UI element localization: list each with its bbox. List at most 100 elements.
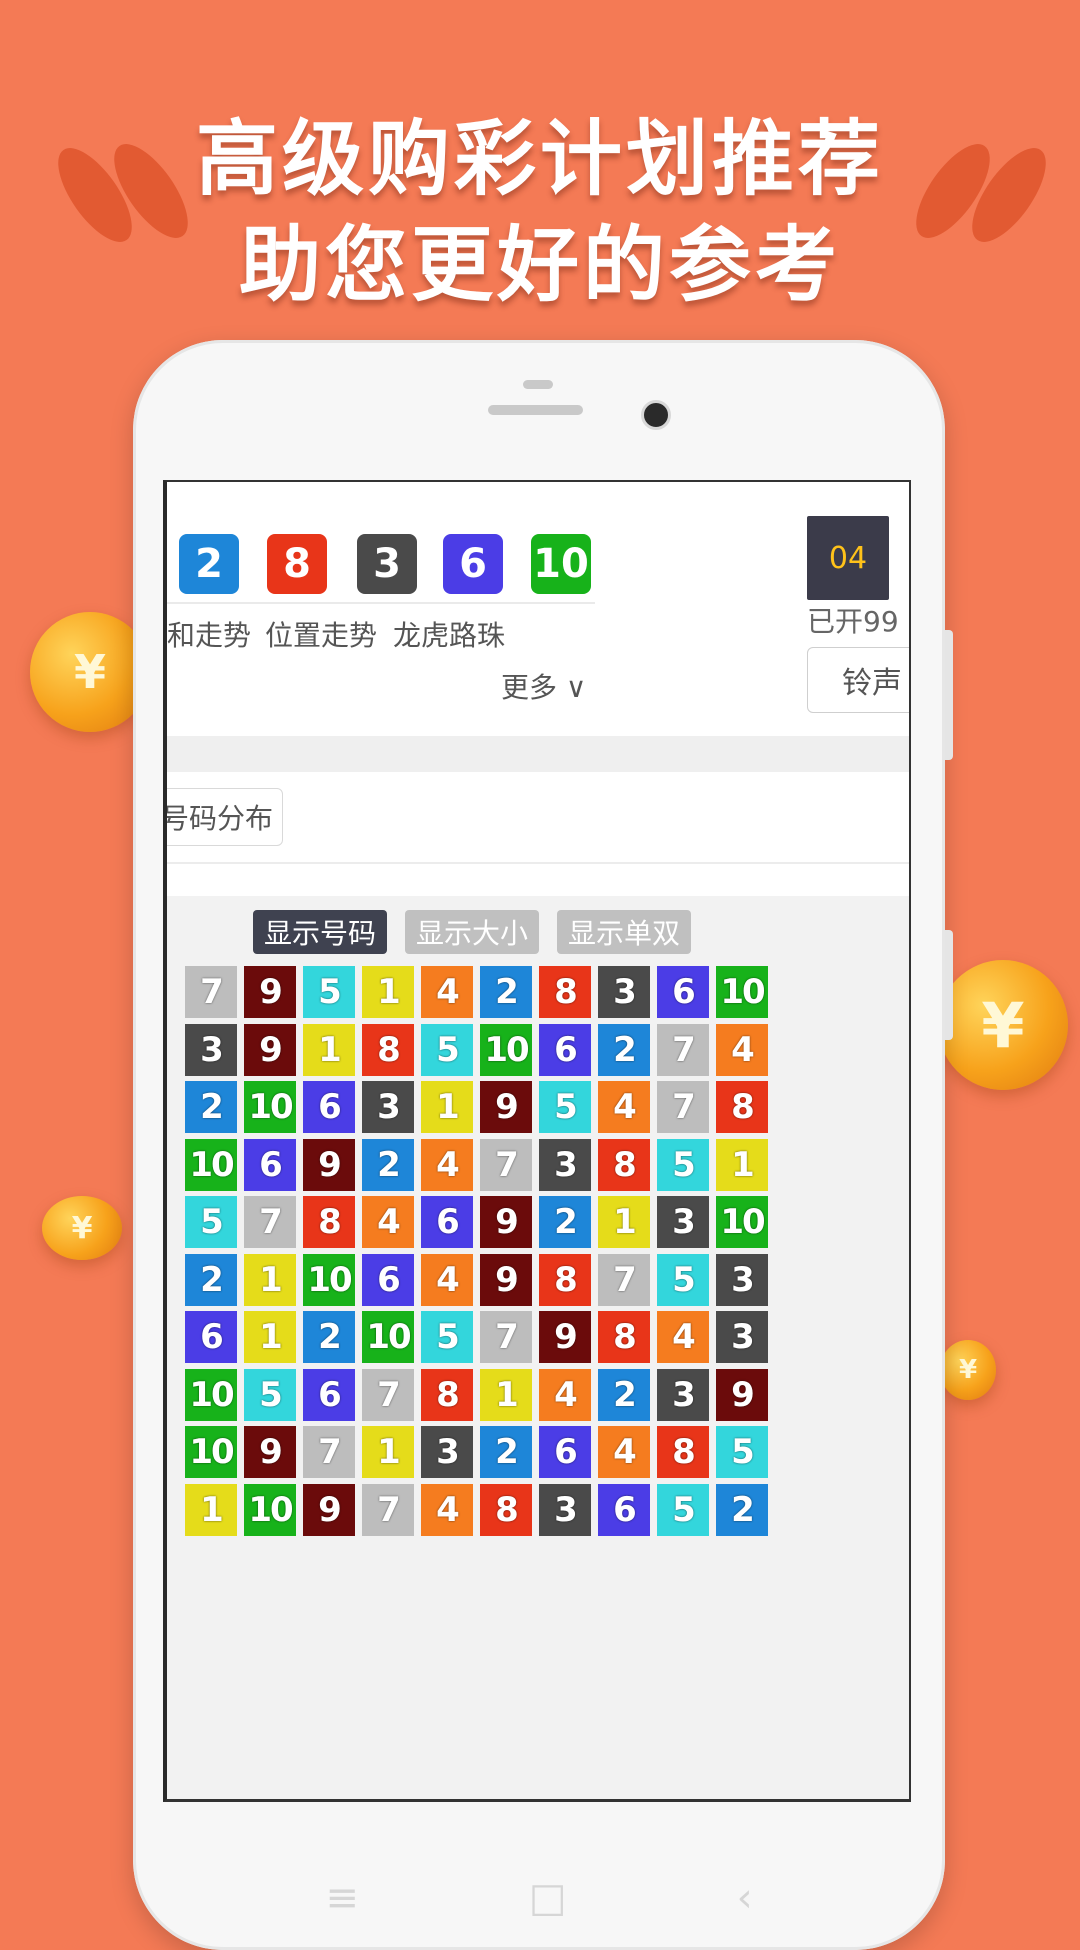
history-number-cell: 3 [362,1081,414,1133]
phone-sensor [523,380,553,389]
latest-draw-ball: 6 [443,534,503,594]
history-number-cell: 6 [421,1196,473,1248]
link-sum-trend[interactable]: 和走势 [167,614,251,654]
history-number-cell: 9 [303,1138,355,1191]
history-number-cell: 6 [539,1023,591,1076]
history-number-cell: 3 [539,1138,591,1191]
history-number-cell: 6 [598,1483,650,1536]
history-number-cell: 2 [480,966,532,1018]
history-number-cell: 10 [362,1311,414,1363]
history-number-cell: 3 [657,1196,709,1248]
history-number-cell: 3 [421,1426,473,1478]
history-number-cell: 5 [539,1081,591,1133]
history-number-cell: 10 [716,966,768,1018]
history-number-cell: 10 [303,1253,355,1306]
history-number-cell: 4 [539,1368,591,1421]
back-icon[interactable]: ‹ [737,1875,753,1921]
show-size-toggle[interactable]: 显示大小 [405,910,539,954]
history-number-cell: 8 [539,1253,591,1306]
history-number-cell: 9 [244,1426,296,1478]
more-dropdown[interactable]: 更多 ∨ [501,666,586,706]
history-number-cell: 2 [539,1196,591,1248]
home-icon[interactable]: □ [529,1875,567,1921]
history-number-cell: 9 [244,966,296,1018]
ringtone-button[interactable]: 铃声 [807,647,909,713]
history-number-cell: 9 [716,1368,768,1421]
history-number-cell: 4 [362,1196,414,1248]
history-number-cell: 7 [303,1426,355,1478]
history-number-cell: 7 [362,1368,414,1421]
history-number-cell: 6 [362,1253,414,1306]
history-number-cell: 10 [716,1196,768,1248]
history-number-cell: 7 [480,1311,532,1363]
coin-icon-left-large: ¥ [30,612,150,732]
number-distribution-button[interactable]: 号码分布 [167,788,283,846]
history-number-cell: 9 [303,1483,355,1536]
history-number-cell: 5 [303,966,355,1018]
history-number-cell: 3 [716,1253,768,1306]
history-number-cell: 6 [657,966,709,1018]
menu-icon[interactable]: ≡ [325,1875,359,1921]
history-number-cell: 3 [716,1311,768,1363]
history-number-cell: 2 [303,1311,355,1363]
history-number-cell: 5 [421,1023,473,1076]
history-number-cell: 6 [303,1368,355,1421]
history-number-cell: 7 [657,1081,709,1133]
phone-frame: 2 8 3 6 10 04 已开99 铃声 和走势 位置走势 龙虎路珠 更多 ∨ 号码分… [133,340,953,1950]
history-number-cell: 4 [421,966,473,1018]
history-number-cell: 4 [421,1483,473,1536]
history-number-cell: 3 [598,966,650,1018]
history-number-cell: 5 [657,1253,709,1306]
link-position-trend[interactable]: 位置走势 [265,614,377,654]
history-number-cell: 6 [185,1311,237,1363]
history-number-cell: 7 [598,1253,650,1306]
coin-symbol: ¥ [981,988,1025,1062]
section-separator [167,736,909,772]
history-number-cell: 8 [539,966,591,1018]
history-number-cell: 5 [657,1483,709,1536]
phone-speaker [488,405,583,415]
history-number-cell: 4 [421,1138,473,1191]
history-number-cell: 7 [244,1196,296,1248]
issue-number-badge: 04 [807,516,889,600]
history-number-cell: 5 [716,1426,768,1478]
link-dragon-tiger-road[interactable]: 龙虎路珠 [393,614,505,654]
history-number-cell: 6 [539,1426,591,1478]
history-number-cell: 8 [598,1311,650,1363]
history-number-cell: 2 [185,1081,237,1133]
show-number-toggle[interactable]: 显示号码 [253,910,387,954]
show-oddeven-toggle[interactable]: 显示单双 [557,910,691,954]
history-number-cell: 6 [303,1081,355,1133]
history-number-cell: 10 [185,1138,237,1191]
coin-symbol: ¥ [71,1210,93,1246]
history-number-cell: 8 [421,1368,473,1421]
history-number-cell: 3 [657,1368,709,1421]
history-number-cell: 7 [657,1023,709,1076]
phone-volume-button [945,930,953,1040]
divider [167,862,909,864]
history-number-cell: 10 [185,1426,237,1478]
history-number-cell: 7 [185,966,237,1018]
app-screen: 2 8 3 6 10 04 已开99 铃声 和走势 位置走势 龙虎路珠 更多 ∨ 号码分… [163,480,911,1802]
history-number-cell: 4 [716,1023,768,1076]
coin-icon-right-large: ¥ [938,960,1068,1090]
latest-draw-ball: 10 [531,534,591,594]
history-number-cell: 5 [244,1368,296,1421]
history-number-cell: 8 [480,1483,532,1536]
latest-draw-ball: 8 [267,534,327,594]
history-number-cell: 2 [598,1023,650,1076]
history-number-cell: 9 [539,1311,591,1363]
history-number-cell: 9 [244,1023,296,1076]
history-number-cell: 1 [362,966,414,1018]
history-number-cell: 7 [480,1138,532,1191]
history-number-cell: 2 [362,1138,414,1191]
history-number-cell: 8 [716,1081,768,1133]
history-number-cell: 3 [185,1023,237,1076]
divider [167,602,595,604]
phone-power-button [945,630,953,760]
history-number-cell: 8 [657,1426,709,1478]
history-number-cell: 1 [244,1311,296,1363]
history-number-cell: 8 [598,1138,650,1191]
history-number-cell: 2 [716,1483,768,1536]
history-number-cell: 1 [185,1483,237,1536]
